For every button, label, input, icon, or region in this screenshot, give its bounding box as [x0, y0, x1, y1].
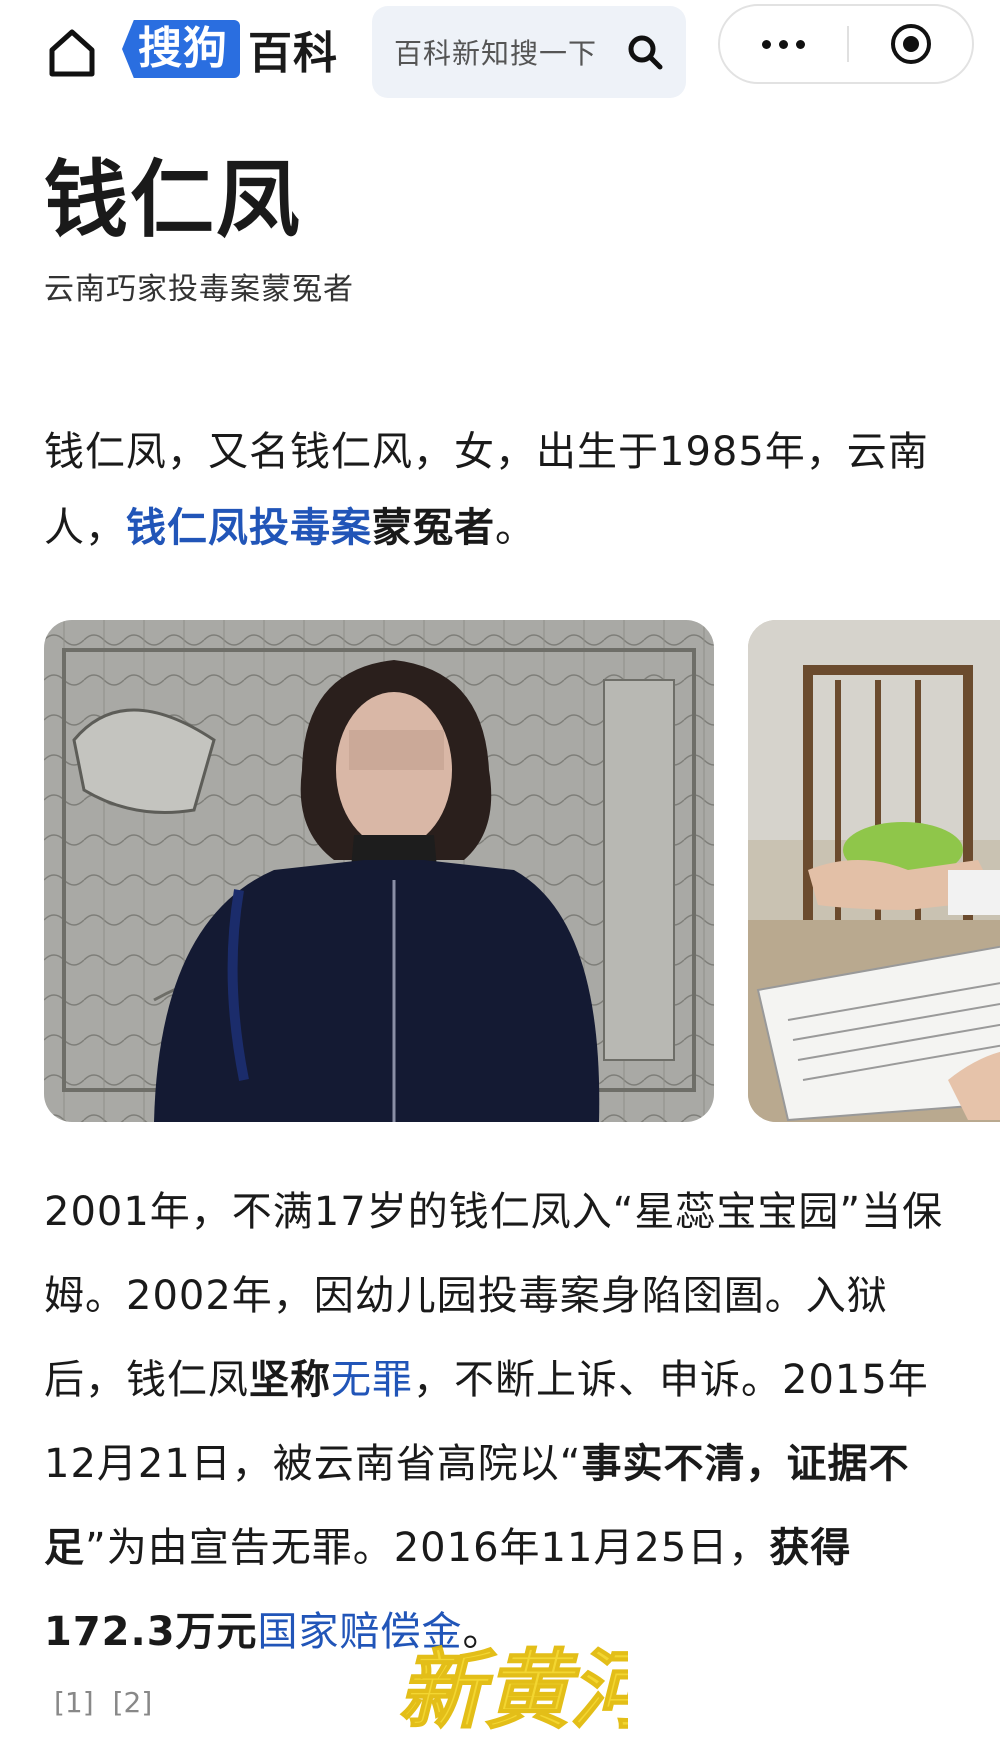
sogou-baike-logo[interactable]: 搜狗 百科 — [122, 18, 338, 80]
top-bar: 搜狗 百科 百科新知搜一下 — [0, 0, 1000, 100]
reference-1[interactable]: [1] — [54, 1686, 94, 1719]
image-gallery[interactable] — [44, 620, 1000, 1122]
detail-text-3: ”为由宣告无罪。2016年11月25日， — [85, 1525, 770, 1571]
miniprogram-capsule — [718, 4, 974, 84]
search-icon[interactable] — [626, 33, 664, 71]
reference-2[interactable]: [2] — [113, 1686, 153, 1719]
logo-badge: 搜狗 — [122, 20, 240, 78]
logo-text: 百科 — [248, 28, 338, 79]
references: [1] [2] — [54, 1686, 162, 1719]
page-title: 钱仁凤 — [44, 151, 303, 249]
innocent-link[interactable]: 无罪 — [331, 1357, 413, 1403]
portrait-photo[interactable] — [44, 620, 714, 1122]
intro-paragraph: 钱仁凤，又名钱仁风，女，出生于1985年，云南人，钱仁凤投毒案蒙冤者。 — [44, 414, 944, 566]
capsule-divider — [847, 26, 849, 62]
more-icon[interactable] — [720, 6, 846, 82]
evidence-photo[interactable] — [748, 620, 1000, 1122]
detail-bold-1: 坚称 — [249, 1357, 331, 1403]
search-placeholder: 百科新知搜一下 — [394, 37, 598, 70]
case-link[interactable]: 钱仁凤投毒案 — [126, 505, 372, 551]
page-subtitle: 云南巧家投毒案蒙冤者 — [44, 272, 354, 307]
target-icon[interactable] — [850, 6, 972, 82]
detail-paragraph: 2001年，不满17岁的钱仁凤入“星蕊宝宝园”当保姆。2002年，因幼儿园投毒案… — [44, 1170, 944, 1674]
intro-end: 。 — [495, 505, 536, 551]
home-icon[interactable] — [44, 24, 100, 80]
watermark-text: 新黄河 — [398, 1640, 628, 1741]
intro-bold: 蒙冤者 — [372, 505, 495, 551]
xinhuanghe-watermark: 新黄河 — [397, 1639, 628, 1742]
search-input[interactable]: 百科新知搜一下 — [372, 6, 686, 98]
